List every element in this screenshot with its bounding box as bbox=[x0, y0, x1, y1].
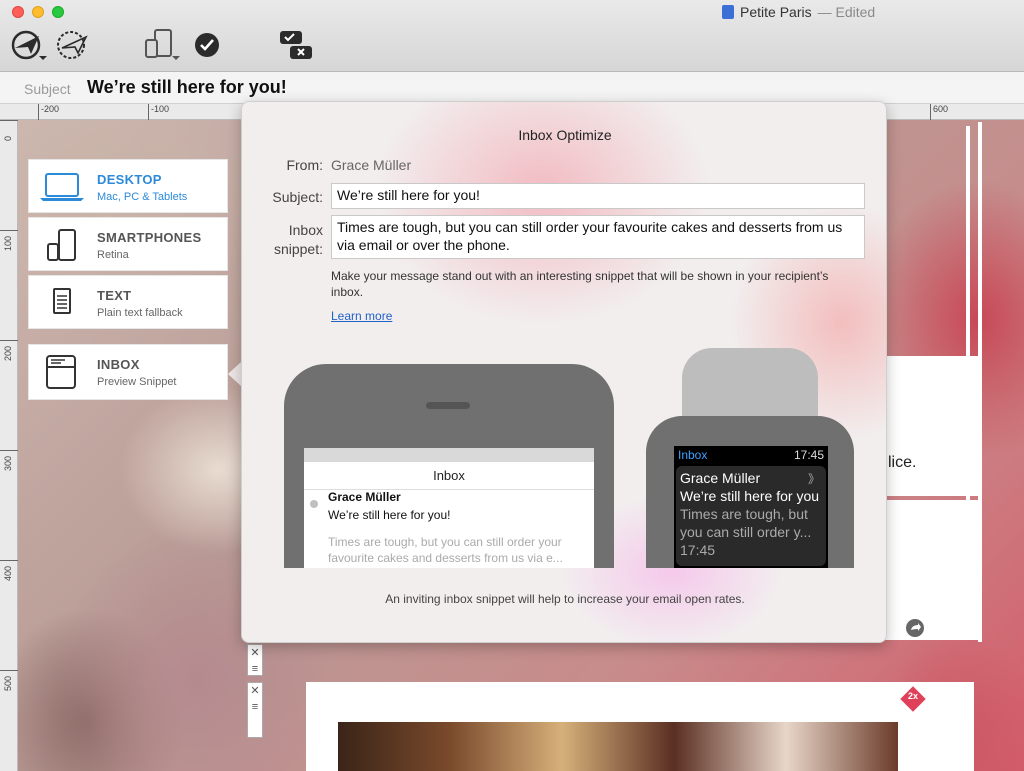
watch-time: 17:45 bbox=[793, 448, 824, 462]
watch-time-2: 17:45 bbox=[680, 542, 716, 558]
doc-border bbox=[978, 122, 982, 642]
snippet-hint: Make your message stand out with an inte… bbox=[331, 269, 829, 299]
block-controls[interactable]: ✕ ≡ bbox=[247, 682, 263, 738]
popover-title: Inbox Optimize bbox=[518, 127, 612, 143]
snippet-label: Inbox snippet: bbox=[273, 222, 323, 257]
phone-speaker bbox=[426, 402, 470, 409]
phone-screen: Inbox Grace Müller We’re still here for … bbox=[304, 448, 594, 568]
watch-mail-card: 》 Grace Müller We’re still here for you … bbox=[676, 466, 826, 566]
sidebar-item-desktop[interactable]: DESKTOP Mac, PC & Tablets bbox=[28, 159, 228, 213]
laptop-icon bbox=[40, 173, 84, 201]
phone-subject: We’re still here for you! bbox=[328, 508, 451, 522]
from-label: From: bbox=[286, 157, 323, 173]
sidebar-item-text[interactable]: TEXT Plain text fallback bbox=[28, 275, 228, 329]
ruler-tick: 600 bbox=[930, 104, 948, 120]
ruler-tick: 200 bbox=[0, 340, 18, 361]
sidebar-item-inbox[interactable]: INBOX Preview Snippet bbox=[28, 344, 228, 400]
partial-text: lice. bbox=[888, 454, 917, 471]
window-title: Petite Paris — Edited bbox=[722, 4, 875, 20]
check-icon bbox=[195, 33, 219, 57]
dessert-image bbox=[338, 722, 898, 771]
ruler-tick: -100 bbox=[148, 104, 169, 120]
phone-preview: Inbox Grace Müller We’re still here for … bbox=[284, 364, 614, 568]
watch-snippet: Times are tough, but you can still order… bbox=[680, 506, 812, 540]
from-value: Grace Müller bbox=[331, 157, 412, 173]
send-options-button[interactable] bbox=[8, 28, 50, 62]
watch-body: Inbox 17:45 》 Grace Müller We’re still h… bbox=[646, 416, 854, 568]
device-preview-icon bbox=[145, 29, 180, 60]
watch-screen: Inbox 17:45 》 Grace Müller We’re still h… bbox=[674, 446, 828, 568]
block-controls[interactable]: ✕ ≡ bbox=[247, 644, 263, 676]
devices-icon bbox=[47, 229, 76, 261]
watch-subject: We’re still here for you bbox=[680, 488, 820, 504]
phone-sender: Grace Müller bbox=[328, 490, 401, 504]
watch-inbox-label: Inbox bbox=[678, 448, 708, 462]
ruler-tick: 500 bbox=[0, 670, 18, 691]
watch-preview: Inbox 17:45 》 Grace Müller We’re still h… bbox=[646, 348, 854, 568]
phone-inbox-header: Inbox bbox=[304, 462, 594, 490]
retina-badge[interactable]: 2x bbox=[900, 686, 926, 712]
learn-more-link[interactable]: Learn more bbox=[331, 309, 392, 323]
ruler-tick: -200 bbox=[38, 104, 59, 120]
title-bar: Petite Paris — Edited bbox=[0, 0, 1024, 72]
schedule-icon bbox=[57, 31, 88, 59]
snippet-textarea[interactable]: Times are tough, but you can still order… bbox=[331, 215, 865, 259]
subject-label: Subject: bbox=[272, 189, 323, 205]
popover-footer: An inviting inbox snippet will help to i… bbox=[385, 592, 745, 606]
document-icon bbox=[722, 5, 734, 19]
chevron-right-icon: 》 bbox=[807, 472, 820, 486]
subject-bar: Subject We’re still here for you! bbox=[0, 72, 1024, 104]
vertical-ruler: 0 100 200 300 400 500 bbox=[0, 120, 18, 771]
minimize-window-button[interactable] bbox=[32, 6, 44, 18]
ruler-tick: 100 bbox=[0, 230, 18, 251]
subject-input[interactable]: We’re still here for you! bbox=[331, 183, 865, 209]
send-options-icon bbox=[11, 30, 47, 60]
subject-label: Subject bbox=[24, 81, 71, 97]
image-block[interactable]: 2x bbox=[306, 682, 974, 771]
close-window-button[interactable] bbox=[12, 6, 24, 18]
share-icon[interactable] bbox=[905, 618, 925, 638]
popover-arrow bbox=[228, 362, 241, 386]
phone-snippet: Times are tough, but you can still order… bbox=[328, 535, 563, 565]
check-button[interactable] bbox=[192, 28, 222, 62]
zoom-window-button[interactable] bbox=[52, 6, 64, 18]
ruler-tick: 0 bbox=[0, 120, 18, 141]
text-doc-icon bbox=[53, 288, 71, 314]
watch-sender: Grace Müller bbox=[680, 470, 761, 486]
schedule-button[interactable] bbox=[54, 28, 92, 62]
unread-dot bbox=[310, 500, 318, 508]
subject-field[interactable]: We’re still here for you! bbox=[87, 77, 287, 98]
inbox-window-icon bbox=[46, 355, 76, 389]
sidebar-item-smartphones[interactable]: SMARTPHONES Retina bbox=[28, 217, 228, 271]
device-preview-button[interactable] bbox=[142, 28, 182, 62]
spam-check-button[interactable] bbox=[278, 28, 314, 62]
ruler-tick: 300 bbox=[0, 450, 18, 471]
spam-check-icon bbox=[280, 31, 312, 59]
inbox-optimize-popover: Inbox Optimize From: Grace Müller Subjec… bbox=[241, 101, 887, 643]
ruler-tick: 400 bbox=[0, 560, 18, 581]
